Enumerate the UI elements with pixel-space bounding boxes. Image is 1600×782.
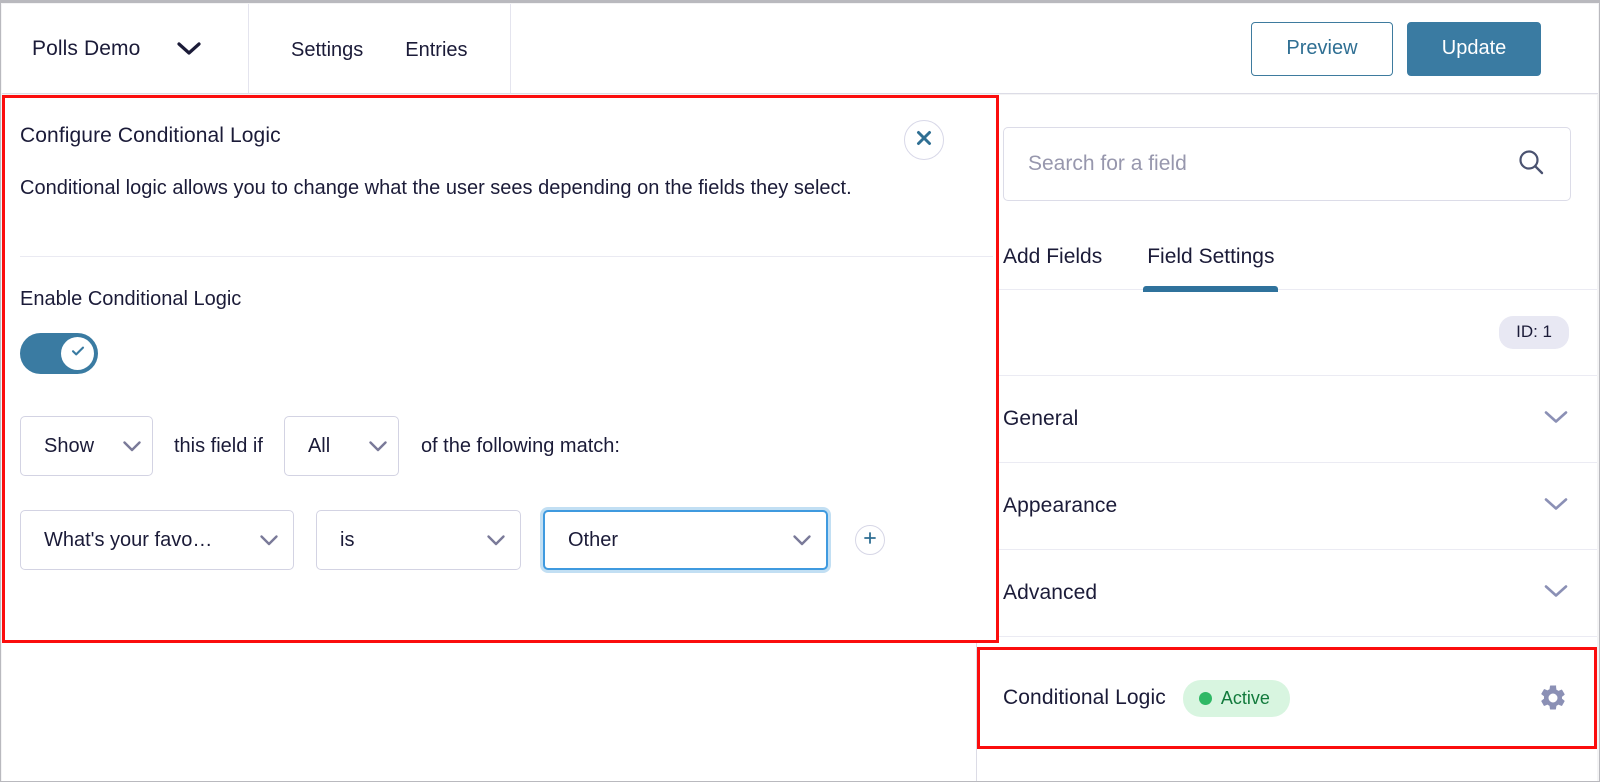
chevron-down-icon [259,534,279,547]
toggle-knob [61,337,94,370]
accordion-advanced[interactable]: Advanced [977,550,1597,637]
accordion-appearance-label: Appearance [1003,494,1117,518]
tab-field-settings[interactable]: Field Settings [1143,245,1278,289]
check-icon [69,342,87,365]
chevron-down-icon [122,440,142,453]
enable-conditional-logic-label: Enable Conditional Logic [20,288,241,311]
rule-field-select[interactable]: What's your favo… [20,510,294,570]
nav-tab-settings[interactable]: Settings [291,38,363,60]
chevron-down-icon [792,534,812,547]
search-input[interactable] [1028,152,1516,176]
rule-value-select[interactable]: Other [543,510,828,570]
chevron-down-icon [1543,409,1569,430]
rule-value-value: Other [568,529,782,552]
nav-tab-entries[interactable]: Entries [405,38,467,60]
conditional-logic-label: Conditional Logic [1003,686,1166,710]
logic-rule-header-row: Show this field if All of the following … [20,416,620,476]
field-id-badge: ID: 1 [1499,316,1569,349]
enable-conditional-logic-group: Enable Conditional Logic [20,288,241,374]
chevron-down-icon [1543,496,1569,517]
chevron-down-icon [368,440,388,453]
topbar-actions: Preview Update [1251,22,1598,76]
preview-button[interactable]: Preview [1251,22,1393,76]
accordion-conditional-logic[interactable]: Conditional Logic Active [977,647,1597,749]
search-wrap [977,95,1597,201]
conditional-logic-panel: Configure Conditional Logic Conditional … [2,95,999,643]
field-settings-sidebar: Add Fields Field Settings ID: 1 General … [977,95,1597,782]
logic-match-select[interactable]: All [284,416,399,476]
gear-icon[interactable] [1538,683,1568,713]
update-button[interactable]: Update [1407,22,1541,76]
logic-action-select[interactable]: Show [20,416,153,476]
status-badge-label: Active [1221,688,1270,709]
chevron-down-icon [1543,583,1569,604]
body-wrap: Configure Conditional Logic Conditional … [2,95,1598,782]
logic-tail-text: of the following match: [421,435,620,458]
rule-operator-select[interactable]: is [316,510,521,570]
logic-panel-title: Configure Conditional Logic [20,124,966,148]
top-bar: Polls Demo Settings Entries Preview Upda… [2,4,1598,94]
field-id-row: ID: 1 [977,290,1597,376]
close-icon [914,128,934,153]
status-badge: Active [1183,680,1290,717]
close-panel-button[interactable] [904,120,944,160]
chevron-down-icon [486,534,506,547]
rule-operator-value: is [340,529,476,552]
accordion-appearance[interactable]: Appearance [977,463,1597,550]
enable-conditional-logic-toggle[interactable] [20,333,98,374]
logic-mid-text: this field if [174,435,263,458]
logic-rule-row: What's your favo… is Oth [20,510,885,570]
tab-add-fields[interactable]: Add Fields [999,245,1106,289]
main-nav: Settings Entries [249,4,511,93]
logic-action-value: Show [44,435,112,458]
rule-field-value: What's your favo… [44,529,249,552]
accordion-general[interactable]: General [977,376,1597,463]
form-switcher[interactable]: Polls Demo [2,4,249,93]
accordion-advanced-label: Advanced [1003,581,1097,605]
form-editor-area: Configure Conditional Logic Conditional … [2,95,977,782]
app-window: Polls Demo Settings Entries Preview Upda… [0,0,1600,782]
search-icon[interactable] [1516,147,1546,182]
add-rule-button[interactable] [855,525,885,555]
logic-match-value: All [308,435,358,458]
logic-panel-header: Configure Conditional Logic Conditional … [5,98,996,203]
plus-icon [862,530,878,551]
form-name: Polls Demo [32,37,140,61]
accordion-general-label: General [1003,407,1078,431]
status-dot-icon [1199,692,1212,705]
logic-panel-description: Conditional logic allows you to change w… [20,174,900,203]
chevron-down-icon [176,41,202,57]
field-search-box[interactable] [1003,127,1571,201]
panel-divider [20,256,993,257]
sidebar-tabs: Add Fields Field Settings [977,245,1597,290]
